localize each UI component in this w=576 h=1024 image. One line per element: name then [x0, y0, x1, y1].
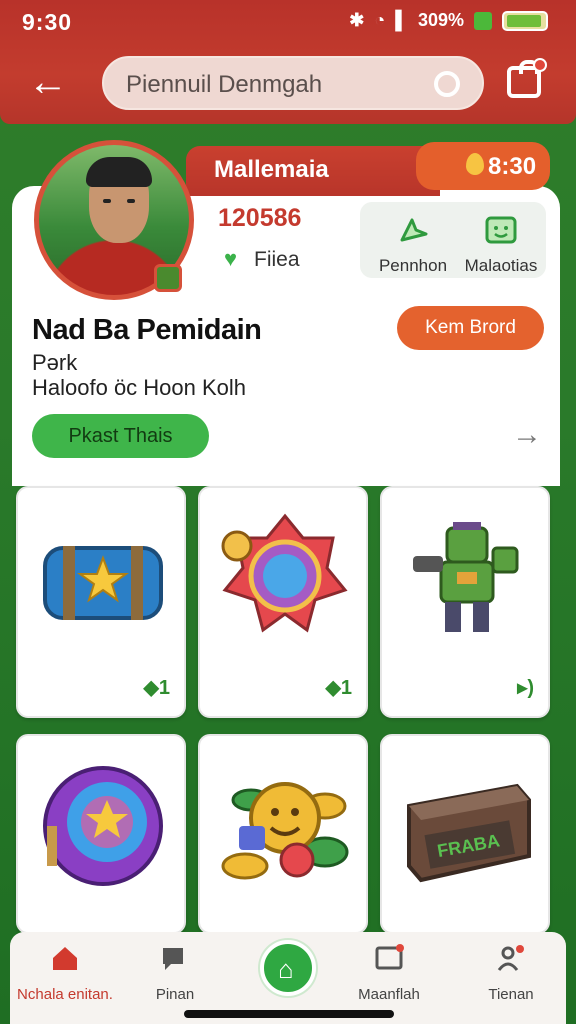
shop-bag-icon[interactable]	[507, 58, 547, 98]
status-square-icon	[474, 11, 492, 30]
blue-chest-icon	[43, 546, 163, 620]
search-ring-icon[interactable]	[434, 71, 460, 97]
item-count: ◆1	[325, 677, 352, 699]
action-label-1: Pennhon	[378, 256, 448, 275]
item-tile-gem-badge[interactable]: ◆1	[198, 486, 368, 718]
name-band: Mallemaia	[186, 146, 440, 196]
avatar-badge-icon	[154, 264, 182, 292]
timer-value: 8:30	[488, 153, 537, 180]
status-icons: ✱ ◔ ▌ 309%	[349, 10, 548, 31]
battery-text: 309%	[417, 10, 464, 30]
nav-label-people: Tienan	[488, 986, 534, 1003]
item-tile-blue-chest[interactable]: ◆1	[16, 486, 186, 718]
people-icon	[497, 945, 524, 971]
chat-icon	[163, 948, 183, 970]
center-action-button[interactable]: ⌂	[260, 940, 316, 996]
nav-label-screen: Maanflah	[358, 986, 420, 1003]
item-tile-coin-pile[interactable]	[198, 734, 368, 934]
item-tile-purple-pouch[interactable]	[16, 734, 186, 934]
subtitle-2: Haloofo öc Hoon Kolh	[32, 375, 247, 400]
avatar-eye	[127, 199, 135, 203]
nav-label-home: Nchala enitan.	[17, 986, 113, 1003]
nav-item-people[interactable]: Tienan	[456, 942, 566, 1003]
orange-action-button[interactable]: Kem Brord	[397, 306, 544, 350]
actions-box: Pennhon Malaotias	[360, 202, 546, 278]
subtitle-1: Pərk	[32, 350, 78, 375]
status-time: 9:30	[22, 9, 73, 35]
action-button-1[interactable]: Pennhon	[368, 212, 458, 276]
gem-badge-icon	[221, 513, 348, 633]
bluetooth-icon: ✱	[349, 10, 365, 30]
signal-icon: ▌	[395, 10, 408, 30]
smile-box-icon	[485, 216, 517, 244]
flame-icon	[466, 153, 484, 175]
status-bar: 9:30 ✱ ◔ ▌ 309%	[0, 0, 576, 44]
item-tile-robot[interactable]: ▸)	[380, 486, 550, 718]
coin-pile-icon	[221, 782, 349, 880]
wifi-icon: ◔	[374, 10, 386, 30]
chevron-right-icon[interactable]: →	[512, 418, 542, 452]
item-tile-crate[interactable]: FRABA	[380, 734, 550, 934]
item-grid: ◆1 ◆1 ▸) FRABA	[14, 486, 562, 936]
avatar-eye	[103, 199, 111, 203]
item-count: ◆1	[143, 677, 170, 699]
nav-label-chat: Pinan	[155, 986, 195, 1003]
home-indicator[interactable]	[184, 1010, 394, 1018]
search-text: Piennuil Denmgah	[126, 71, 323, 98]
fraba-crate-icon: FRABA	[407, 783, 531, 883]
nav-item-screen[interactable]: Maanflah	[334, 942, 444, 1003]
avatar-hair	[86, 157, 152, 187]
action-button-2[interactable]: Malaotias	[456, 212, 546, 276]
green-action-button[interactable]: Pkast Thais	[32, 414, 209, 458]
timer-badge: 8:30	[416, 142, 550, 190]
action-label-2: Malaotias	[464, 256, 538, 275]
robot-figure-icon	[413, 522, 519, 632]
stat-label: Fiiea	[254, 248, 300, 271]
item-count: ▸)	[517, 677, 534, 699]
profile-band-name: Mallemaia	[214, 156, 329, 183]
heart-icon: ♥	[224, 246, 238, 271]
arrow-icon	[400, 218, 428, 242]
center-action-icon: ⌂	[278, 954, 294, 984]
search-bar[interactable]: Piennuil Denmgah	[102, 56, 484, 110]
home-icon	[53, 947, 77, 970]
page-title: Nad Ba Pemidain	[32, 314, 262, 346]
screen-icon	[375, 944, 404, 970]
nav-item-chat[interactable]: Pinan	[120, 942, 230, 1003]
purple-pouch-icon	[43, 766, 163, 886]
nav-item-home[interactable]: Nchala enitan.	[10, 942, 120, 1003]
stat-number: 120586	[218, 204, 302, 232]
battery-icon	[502, 10, 548, 31]
back-arrow-icon[interactable]: ←	[28, 62, 68, 102]
